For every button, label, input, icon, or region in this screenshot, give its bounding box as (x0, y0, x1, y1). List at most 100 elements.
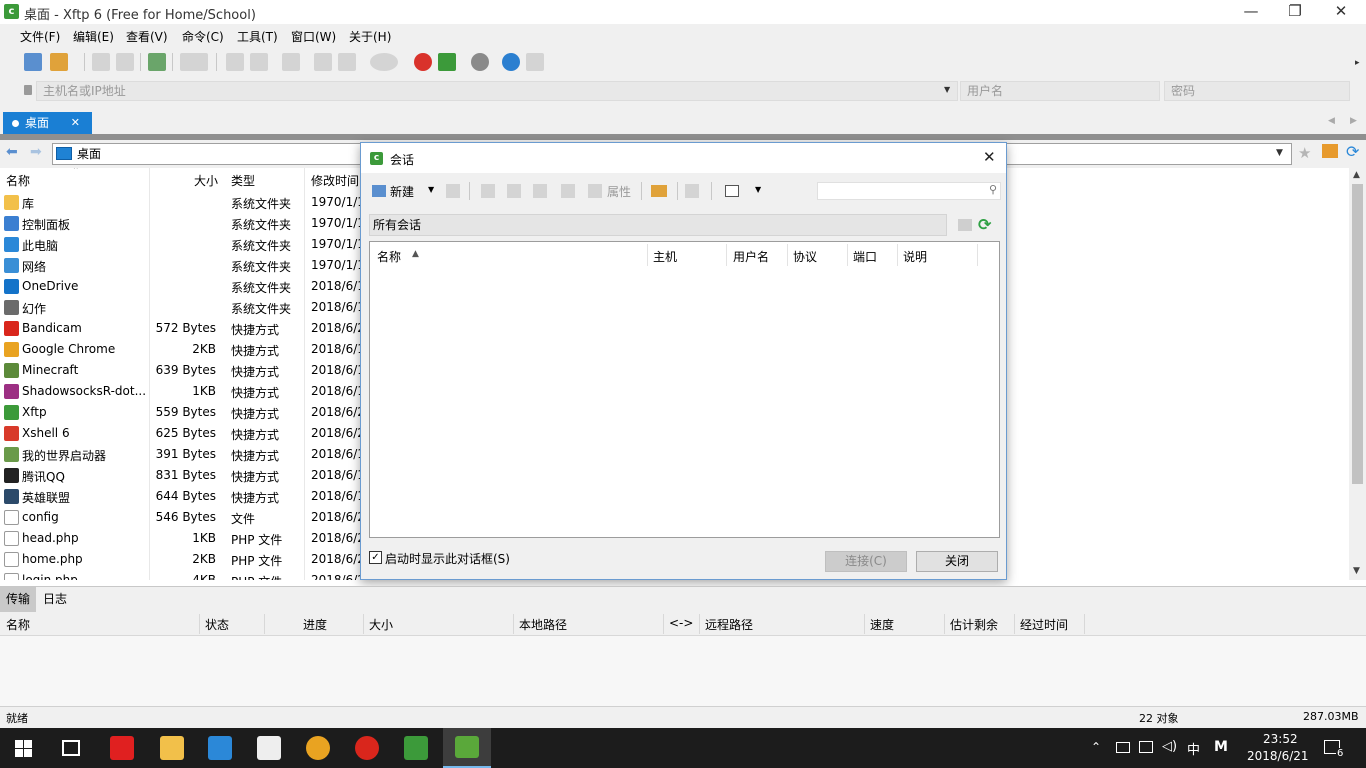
menu-window[interactable]: 窗口(W) (291, 28, 336, 45)
file-row[interactable]: 我的世界启动器 391 Bytes 快捷方式 2018/6/1 (0, 444, 365, 465)
tab-log[interactable]: 日志 (37, 587, 73, 612)
password-input[interactable]: 密码 (1164, 81, 1350, 101)
view-icon[interactable] (180, 53, 208, 71)
file-row[interactable]: Bandicam 572 Bytes 快捷方式 2018/6/2 (0, 318, 365, 339)
tab-scroll-right-icon[interactable]: ▶ (1350, 116, 1357, 126)
xftp-icon[interactable] (438, 53, 456, 71)
chat-icon[interactable] (526, 53, 544, 71)
globe-icon[interactable] (370, 53, 398, 71)
star-icon[interactable]: ★ (1298, 144, 1311, 162)
properties-button[interactable]: 属性 (607, 183, 631, 200)
file-row[interactable]: Google Chrome 2KB 快捷方式 2018/6/1 (0, 339, 365, 360)
spreadsheet-icon[interactable] (404, 736, 428, 760)
file-row[interactable]: 此电脑 系统文件夹 1970/1/1 (0, 234, 365, 255)
minimize-button[interactable]: — (1228, 0, 1274, 24)
close-icon[interactable]: ✕ (71, 112, 80, 134)
menu-view[interactable]: 查看(V) (126, 28, 168, 45)
transfer-column-direction[interactable]: <-> (669, 616, 693, 630)
network-icon[interactable] (1139, 741, 1153, 753)
battery-icon[interactable] (1116, 742, 1130, 753)
xshell-icon[interactable] (414, 53, 432, 71)
session-column-username[interactable]: 用户名 (733, 248, 769, 265)
chevron-down-icon[interactable]: ▼ (944, 85, 950, 94)
cut-icon[interactable] (481, 184, 495, 198)
transfer-column-name[interactable]: 名称 (6, 616, 30, 633)
copy-icon[interactable] (507, 184, 521, 198)
disconnect-icon[interactable] (116, 53, 134, 71)
host-input[interactable]: 主机名或IP地址 (36, 81, 958, 101)
restore-button[interactable]: ❐ (1272, 0, 1318, 24)
menu-about[interactable]: 关于(H) (349, 28, 391, 45)
file-explorer-icon[interactable] (160, 736, 184, 760)
transfer-column-status[interactable]: 状态 (205, 616, 229, 633)
back-arrow-icon[interactable]: ⬅ (6, 144, 18, 160)
chevron-up-icon[interactable]: ⌃ (1091, 740, 1101, 754)
forward-arrow-icon[interactable]: ➡ (30, 144, 42, 160)
startup-checkbox[interactable]: ✓ (369, 551, 382, 564)
session-column-port[interactable]: 端口 (853, 248, 877, 265)
transfer-column-size[interactable]: 大小 (369, 616, 393, 633)
export-icon[interactable] (685, 184, 699, 198)
copy-icon[interactable] (226, 53, 244, 71)
chrome-icon[interactable] (306, 736, 330, 760)
file-row[interactable]: 幻作 系统文件夹 2018/6/1 (0, 297, 365, 318)
tab-scroll-left-icon[interactable]: ◀ (1328, 116, 1335, 126)
new-session-icon[interactable] (24, 53, 42, 71)
close-button[interactable]: ✕ (1318, 0, 1364, 24)
paste-icon[interactable] (533, 184, 547, 198)
scroll-up-icon[interactable]: ▲ (1353, 170, 1360, 180)
dialog-close-button[interactable]: 关闭 (916, 551, 998, 572)
session-column-host[interactable]: 主机 (653, 248, 677, 265)
new-tab-icon[interactable] (148, 53, 166, 71)
file-row[interactable]: Minecraft 639 Bytes 快捷方式 2018/6/1 (0, 360, 365, 381)
file-row[interactable]: head.php 1KB PHP 文件 2018/6/2 (0, 528, 365, 549)
dialog-close-icon[interactable]: ✕ (983, 148, 996, 166)
transfer-column-remote-path[interactable]: 远程路径 (705, 616, 753, 633)
file-row[interactable]: Xshell 6 625 Bytes 快捷方式 2018/6/2 (0, 423, 365, 444)
file-row[interactable]: 库 系统文件夹 1970/1/1 (0, 192, 365, 213)
file-row[interactable]: OneDrive 系统文件夹 2018/6/1 (0, 276, 365, 297)
vertical-scrollbar[interactable]: ▲ ▼ (1349, 168, 1366, 580)
column-modified[interactable]: 修改时间 (311, 172, 359, 189)
session-search-input[interactable]: ⚲ (817, 182, 1001, 200)
open-folder-icon[interactable] (651, 185, 667, 197)
toolbar-overflow-icon[interactable]: ▸ (1355, 58, 1360, 68)
clock-time[interactable]: 23:52 (1263, 732, 1298, 746)
transfer-column-local-path[interactable]: 本地路径 (519, 616, 567, 633)
taskbar-xftp-active[interactable] (443, 728, 491, 768)
file-row[interactable]: config 546 Bytes 文件 2018/6/2 (0, 507, 365, 528)
chevron-down-icon[interactable]: ▼ (428, 185, 434, 194)
search-session-icon[interactable] (446, 184, 460, 198)
new-folder-icon[interactable] (958, 219, 972, 231)
file-row[interactable]: home.php 2KB PHP 文件 2018/6/2 (0, 549, 365, 570)
tab-transfer[interactable]: 传输 (0, 587, 37, 612)
session-column-description[interactable]: 说明 (903, 248, 927, 265)
properties-icon[interactable] (588, 184, 602, 198)
ime-indicator[interactable]: 中 (1187, 739, 1200, 758)
refresh-icon[interactable]: ⟳ (1346, 142, 1359, 161)
session-column-name[interactable]: 名称 (377, 248, 401, 265)
upload-icon[interactable] (314, 53, 332, 71)
gear-icon[interactable] (471, 53, 489, 71)
menu-edit[interactable]: 编辑(E) (73, 28, 114, 45)
store-icon[interactable] (208, 736, 232, 760)
file-row[interactable]: login.php 4KB PHP 文件 2018/6/2 (0, 570, 365, 580)
view-mode-icon[interactable] (725, 185, 739, 197)
file-row[interactable]: Xftp 559 Bytes 快捷方式 2018/6/2 (0, 402, 365, 423)
tab-desktop[interactable]: 桌面 ✕ (3, 112, 92, 134)
username-input[interactable]: 用户名 (960, 81, 1160, 101)
volume-icon[interactable]: ◁) (1162, 739, 1177, 754)
column-type[interactable]: 类型 (231, 172, 255, 189)
paste-icon[interactable] (250, 53, 268, 71)
transfer-column-progress[interactable]: 进度 (303, 616, 327, 633)
sync-icon[interactable] (282, 53, 300, 71)
column-size[interactable]: 大小 (194, 172, 218, 189)
file-row[interactable]: 腾讯QQ 831 Bytes 快捷方式 2018/6/1 (0, 465, 365, 486)
transfer-column-speed[interactable]: 速度 (870, 616, 894, 633)
clock-date[interactable]: 2018/6/21 (1247, 749, 1309, 763)
scroll-down-icon[interactable]: ▼ (1353, 566, 1360, 576)
menu-file[interactable]: 文件(F) (20, 28, 60, 45)
menu-command[interactable]: 命令(C) (182, 28, 224, 45)
column-name[interactable]: 名称 (6, 172, 30, 189)
menu-tools[interactable]: 工具(T) (237, 28, 278, 45)
